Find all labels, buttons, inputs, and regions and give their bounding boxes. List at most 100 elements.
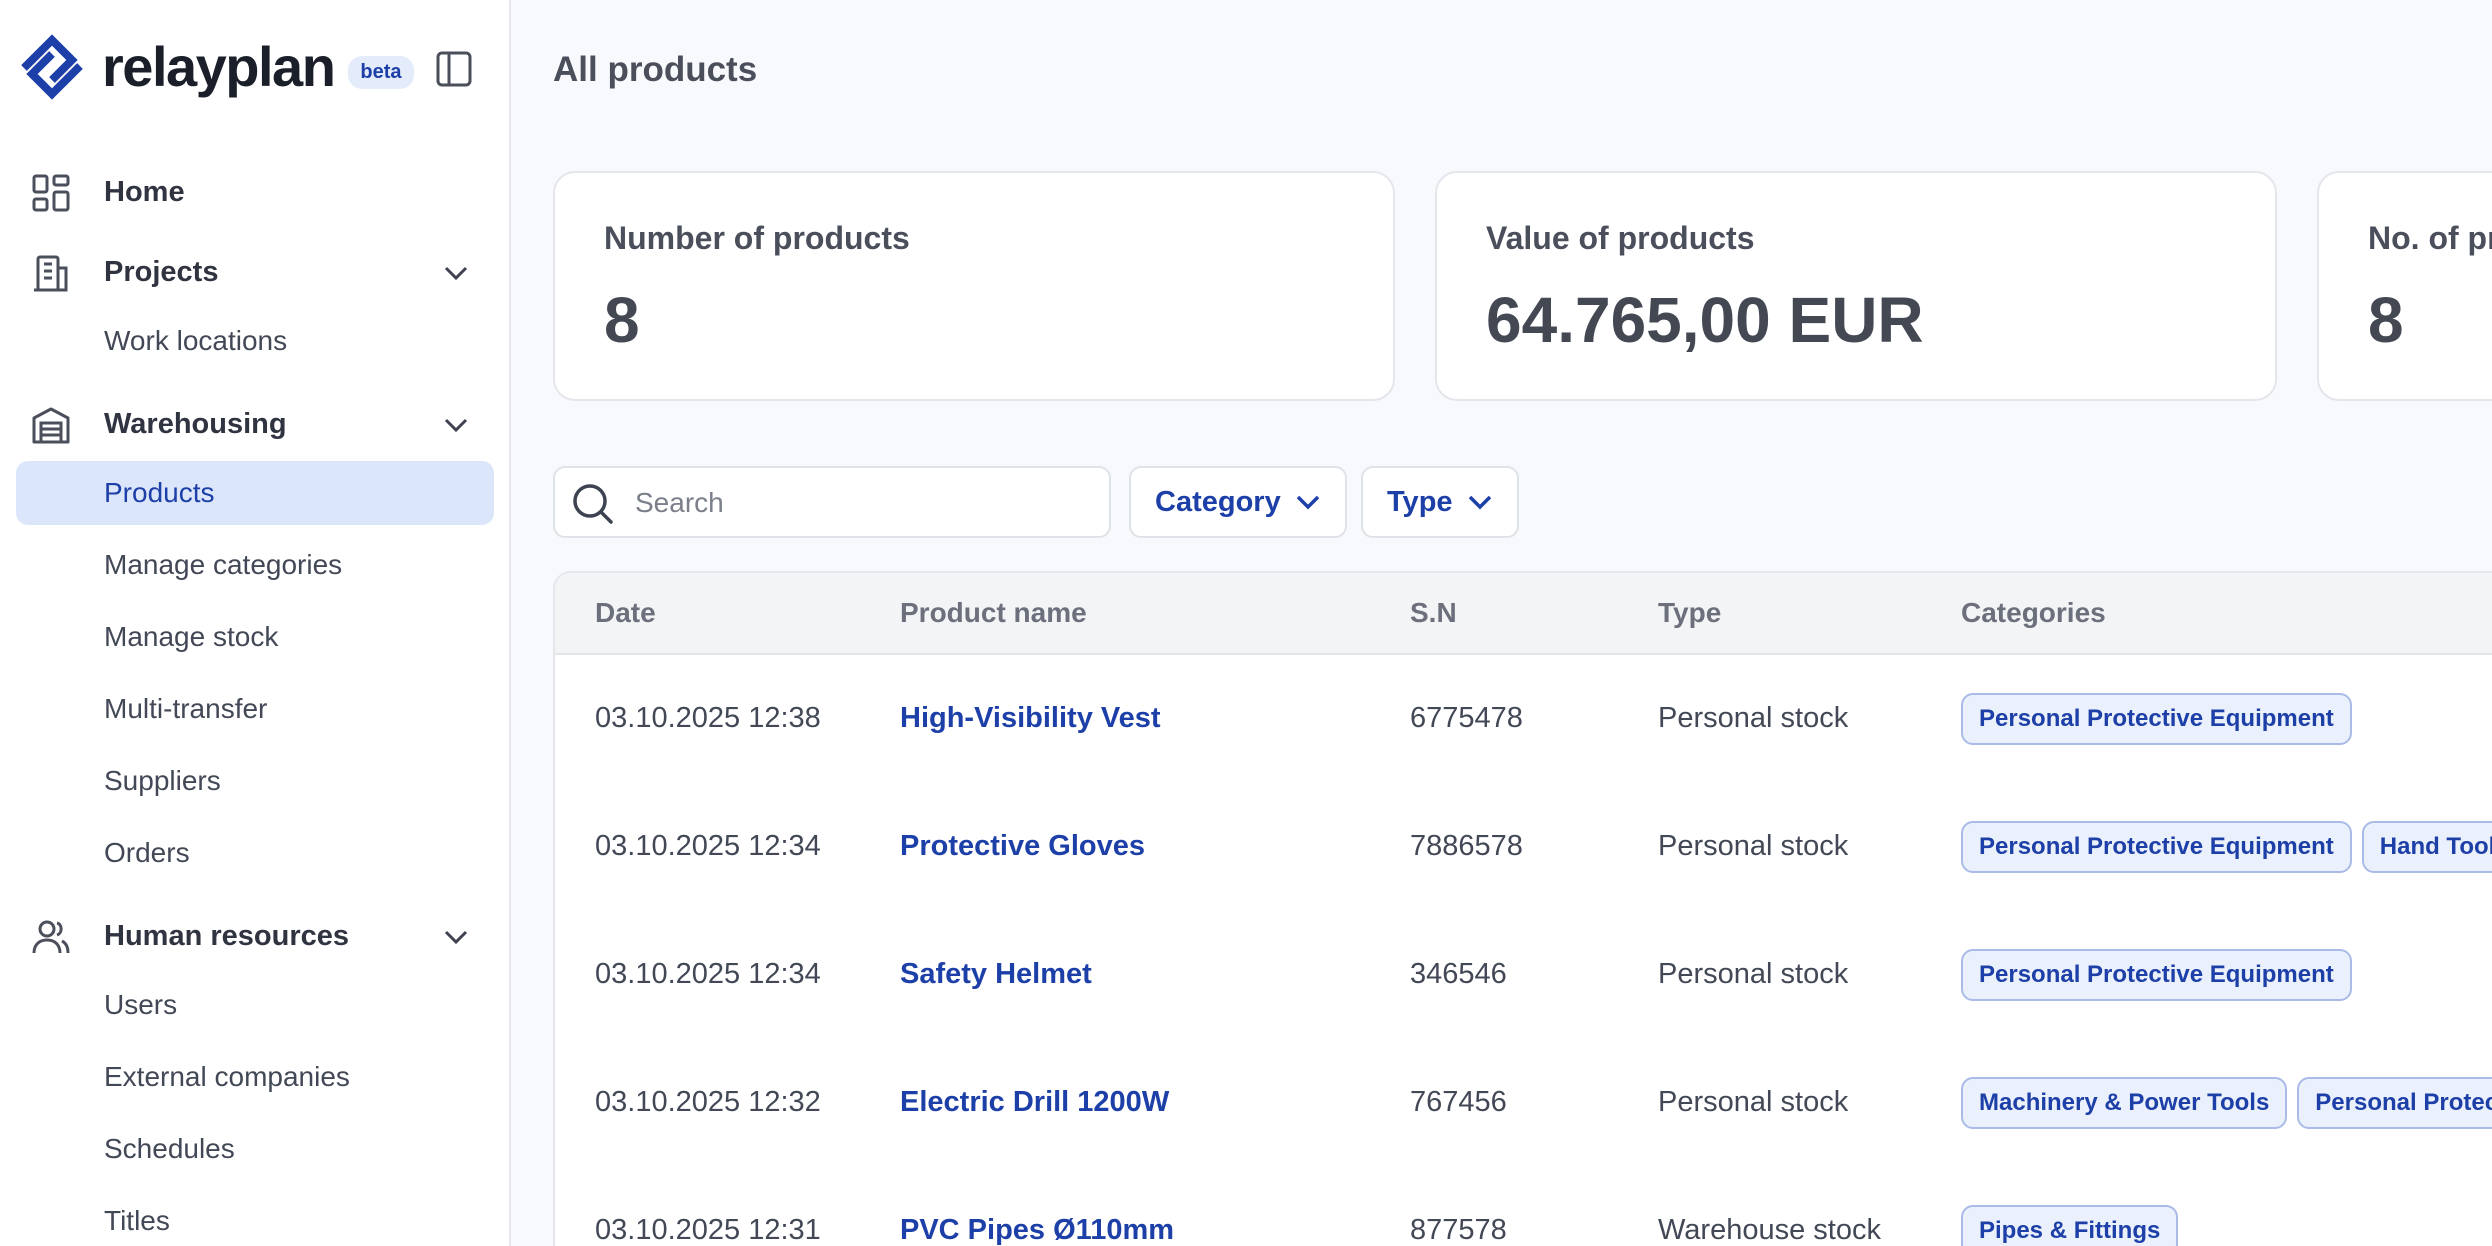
sidebar-item-label: Users: [104, 989, 178, 1020]
cell-type: Warehouse stock: [1658, 1214, 1881, 1246]
dashboard-icon: [32, 174, 70, 212]
type-filter-label: Type: [1387, 485, 1453, 518]
cell-date: 03.10.2025 12:34: [595, 958, 821, 990]
sidebar-group-label: Projects: [104, 255, 219, 288]
search-input[interactable]: [635, 478, 1095, 528]
sidebar-item-orders[interactable]: Orders: [16, 821, 494, 885]
beta-badge: beta: [348, 55, 414, 89]
chevron-down-icon[interactable]: [441, 258, 471, 288]
sidebar-item-label: Suppliers: [104, 765, 221, 796]
cell-sn: 6775478: [1410, 702, 1523, 734]
stat-label: No. of pr: [2368, 220, 2492, 256]
cell-categories: Personal Protective Equipment: [1961, 693, 2352, 745]
type-filter-button[interactable]: Type: [1361, 466, 1519, 538]
table-row[interactable]: 03.10.2025 12:34 Protective Gloves 78865…: [555, 783, 2492, 911]
sidebar-group-label: Warehousing: [104, 407, 287, 440]
column-header-sn[interactable]: S.N: [1410, 597, 1457, 629]
cell-type: Personal stock: [1658, 1086, 1849, 1118]
sidebar-item-label: Products: [104, 477, 215, 508]
warehouse-icon: [32, 407, 70, 444]
cell-product-name-link[interactable]: Safety Helmet: [900, 958, 1092, 991]
sidebar-group-human-resources[interactable]: Human resources: [0, 904, 511, 968]
cell-date: 03.10.2025 12:31: [595, 1214, 821, 1246]
table-row[interactable]: 03.10.2025 12:38 High-Visibility Vest 67…: [555, 655, 2492, 783]
sidebar-item-label: Home: [104, 175, 185, 208]
stat-value: 64.765,00 EUR: [1486, 284, 1924, 356]
cell-categories: Machinery & Power Tools Personal Protec: [1961, 1077, 2492, 1129]
cell-type: Personal stock: [1658, 830, 1849, 862]
sidebar-item-external-companies[interactable]: External companies: [16, 1045, 494, 1109]
category-tag: Personal Protective Equipment: [1961, 693, 2352, 745]
cell-date: 03.10.2025 12:38: [595, 702, 821, 734]
sidebar-item-suppliers[interactable]: Suppliers: [16, 749, 494, 813]
sidebar-item-label: Work locations: [104, 325, 288, 356]
brand[interactable]: relayplan beta: [16, 30, 414, 104]
users-icon: [32, 920, 70, 954]
table-header: Date Product name S.N Type Categories: [555, 573, 2492, 655]
sidebar-item-label: Titles: [104, 1205, 170, 1236]
cell-product-name-link[interactable]: High-Visibility Vest: [900, 702, 1161, 735]
search-box: [553, 466, 1111, 538]
table-row[interactable]: 03.10.2025 12:31 PVC Pipes Ø110mm 877578…: [555, 1167, 2492, 1246]
column-header-date[interactable]: Date: [595, 597, 656, 629]
cell-categories: Pipes & Fittings: [1961, 1205, 2179, 1246]
cell-product-name-link[interactable]: Electric Drill 1200W: [900, 1086, 1169, 1119]
sidebar-item-label: Schedules: [104, 1133, 235, 1164]
search-icon: [573, 484, 613, 524]
stat-card-value-of-products: Value of products 64.765,00 EUR: [1435, 171, 2277, 401]
sidebar-item-label: Multi-transfer: [104, 693, 268, 724]
stat-value: 8: [604, 284, 640, 356]
sidebar-toggle-icon[interactable]: [434, 49, 474, 89]
stat-label: Value of products: [1486, 220, 1755, 256]
sidebar-group-label: Human resources: [104, 919, 349, 952]
table-row[interactable]: 03.10.2025 12:34 Safety Helmet 346546 Pe…: [555, 911, 2492, 1039]
sidebar-item-users[interactable]: Users: [16, 973, 494, 1037]
sidebar-item-multi-transfer[interactable]: Multi-transfer: [16, 677, 494, 741]
category-tag: Personal Protec: [2297, 1077, 2492, 1129]
column-header-type[interactable]: Type: [1658, 597, 1721, 629]
sidebar-item-work-locations[interactable]: Work locations: [16, 309, 494, 373]
category-tag: Personal Protective Equipment: [1961, 949, 2352, 1001]
category-tag: Machinery & Power Tools: [1961, 1077, 2288, 1129]
cell-type: Personal stock: [1658, 958, 1849, 990]
column-header-product-name[interactable]: Product name: [900, 597, 1087, 629]
chevron-down-icon[interactable]: [441, 922, 471, 952]
sidebar-item-schedules[interactable]: Schedules: [16, 1117, 494, 1181]
category-tag: Pipes & Fittings: [1961, 1205, 2179, 1246]
chevron-down-icon[interactable]: [441, 410, 471, 440]
column-header-categories[interactable]: Categories: [1961, 597, 2106, 629]
table-row[interactable]: 03.10.2025 12:32 Electric Drill 1200W 76…: [555, 1039, 2492, 1167]
cell-date: 03.10.2025 12:34: [595, 830, 821, 862]
sidebar-item-label: Manage stock: [104, 621, 279, 652]
cell-product-name-link[interactable]: Protective Gloves: [900, 830, 1145, 863]
sidebar-item-products[interactable]: Products: [16, 461, 494, 525]
sidebar-item-titles[interactable]: Titles: [16, 1189, 494, 1246]
building-icon: [34, 255, 68, 292]
relayplan-logo-icon: [21, 34, 83, 100]
cell-sn: 346546: [1410, 958, 1507, 990]
cell-sn: 7886578: [1410, 830, 1523, 862]
stat-value: 8: [2368, 284, 2404, 356]
sidebar: relayplan beta Home Projects Work locati…: [0, 0, 511, 1246]
chevron-down-icon: [1468, 495, 1491, 510]
cell-sn: 877578: [1410, 1214, 1507, 1246]
sidebar-group-projects[interactable]: Projects: [0, 240, 511, 304]
sidebar-item-manage-categories[interactable]: Manage categories: [16, 533, 494, 597]
sidebar-item-home[interactable]: Home: [0, 160, 511, 224]
cell-type: Personal stock: [1658, 702, 1849, 734]
stat-card-no-of-products: No. of pr 8: [2317, 171, 2492, 401]
chevron-down-icon: [1296, 495, 1319, 510]
category-tag: Hand Tool: [2361, 821, 2492, 873]
sidebar-item-label: External companies: [104, 1061, 350, 1092]
category-tag: Personal Protective Equipment: [1961, 821, 2352, 873]
sidebar-group-warehousing[interactable]: Warehousing: [0, 392, 511, 456]
brand-name: relayplan: [102, 35, 336, 98]
stat-card-number-of-products: Number of products 8: [553, 171, 1395, 401]
sidebar-item-manage-stock[interactable]: Manage stock: [16, 605, 494, 669]
page-title: All products: [553, 50, 758, 89]
cell-product-name-link[interactable]: PVC Pipes Ø110mm: [900, 1214, 1174, 1246]
sidebar-item-label: Orders: [104, 837, 190, 868]
cell-date: 03.10.2025 12:32: [595, 1086, 821, 1118]
cell-sn: 767456: [1410, 1086, 1507, 1118]
category-filter-button[interactable]: Category: [1129, 466, 1347, 538]
